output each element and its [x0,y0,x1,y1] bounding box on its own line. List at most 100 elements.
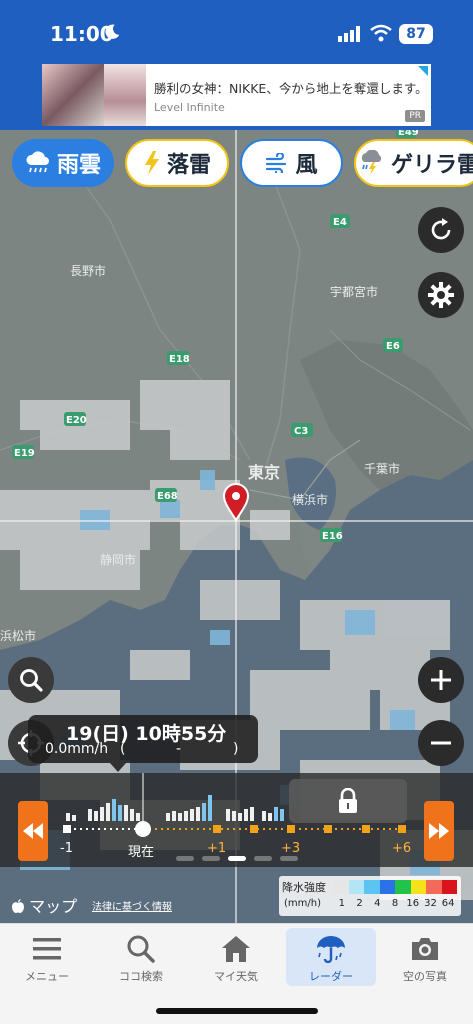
search-icon [20,669,43,692]
battery-indicator: 87 [399,24,433,44]
page-dot-active[interactable] [228,856,246,861]
menu-icon [33,938,61,960]
tab-rain-cloud-label: 雨雲 [56,153,101,178]
ad-source: Level Infinite [154,101,225,114]
map-label-utsunomiya: 宇都宮市 [330,284,378,299]
layer-tabs: 雨雲 落雷 風 ゲリラ雷 [12,139,473,187]
page-indicator [176,856,298,862]
legend-value: 1 [338,898,346,909]
timeline-panel: -1 現在 +1 +3 +6 [0,773,473,867]
page-dot[interactable] [254,856,272,861]
zoom-in-button[interactable] [418,657,464,703]
nav-label-radar: レーダー [309,970,353,983]
legal-link[interactable]: 法律に基づく情報 [92,898,172,913]
time-bubble-open-paren: ( [120,741,126,757]
home-icon [222,936,250,962]
nav-item-sky-photos[interactable]: 空の写真 [380,928,470,986]
page-dot[interactable] [280,856,298,861]
map-label-yokohama: 横浜市 [292,492,328,507]
settings-button[interactable] [418,272,464,318]
lock-button[interactable] [289,779,407,823]
legend-value: 32 [424,898,437,909]
tab-lightning[interactable]: 落雷 [125,139,229,187]
gear-icon [428,282,454,308]
road-badge-e18: E18 [169,354,190,365]
ad-info-icon[interactable] [418,66,428,76]
ad-pr-badge: PR [405,110,425,122]
timeline-label-plus6: +6 [392,841,412,856]
road-badge-e19: E19 [14,448,35,459]
camera-icon [412,938,438,960]
maps-logo-text: マップ [29,897,78,916]
legend-swatch [426,880,442,894]
legend-swatches [333,880,457,894]
legend-swatch [364,880,380,894]
time-bubble-middle: - [176,741,182,757]
wind-icon [266,153,287,173]
legend-value: 64 [441,898,455,909]
precipitation-legend: 降水強度 (mm/h) 1 2 4 8 16 32 64 [279,876,461,916]
plus-icon [431,670,451,690]
legend-value: 2 [356,898,363,909]
legend-value: 4 [374,898,381,909]
nav-item-search[interactable]: ココ検索 [96,928,186,986]
map-label-hamamatsu: 浜松市 [0,628,36,643]
ad-title: 勝利の女神：NIKKE、今から地上を奪還します。 [154,81,428,96]
legend-values: 1 2 4 8 16 32 64 [333,898,457,909]
road-badge-e6: E6 [386,341,400,352]
cellular-signal-icon [338,26,360,42]
legend-swatch [410,880,426,894]
apple-logo-icon [12,899,24,913]
road-badge-e49: E49 [398,130,419,138]
minus-icon [431,741,451,745]
tab-rain-cloud[interactable]: 雨雲 [12,139,114,187]
ad-image-secondary [104,64,146,126]
legend-title: 降水強度 [282,881,326,894]
home-indicator [156,1008,318,1014]
road-badge-e20: E20 [66,415,87,426]
legend-unit: (mm/h) [284,898,321,909]
search-icon [127,935,155,963]
nav-label-menu: メニュー [25,970,69,983]
ad-image [42,64,104,126]
nav-label-sky-photos: 空の写真 [403,970,447,983]
rain-cloud-icon [26,151,49,173]
timeline-label-plus3: +3 [281,841,301,856]
road-badge-e16: E16 [322,531,343,542]
storm-cloud-icon [361,150,382,175]
map-label-chiba: 千葉市 [364,461,400,476]
wifi-icon [370,24,392,42]
map-label-tokyo: 東京 [248,463,280,482]
legend-swatch [441,880,457,894]
legend-swatch [348,880,364,894]
legend-swatch [379,880,395,894]
umbrella-icon [317,936,345,964]
nav-item-menu[interactable]: メニュー [2,928,92,986]
ad-banner[interactable]: 勝利の女神：NIKKE、今から地上を奪還します。 Level Infinite … [42,64,431,126]
refresh-button[interactable] [418,207,464,253]
timeline-label-plus1: +1 [207,841,227,856]
tab-guerrilla-thunder[interactable]: ゲリラ雷 [354,139,473,187]
page-dot[interactable] [176,856,194,861]
nav-item-my-weather[interactable]: マイ天気 [191,928,281,986]
lock-icon [339,788,357,813]
time-bubble-pointer [110,763,126,772]
nav-item-radar[interactable]: レーダー [286,928,376,986]
time-bubble-close-paren: ) [233,741,239,757]
maps-logo: マップ [12,893,77,917]
zoom-out-button[interactable] [418,720,464,766]
map-label-nagano: 長野市 [70,263,106,278]
timeline-label-minus1: -1 [60,841,73,856]
tab-wind-label: 風 [295,153,318,178]
page-dot[interactable] [202,856,220,861]
search-location-button[interactable] [8,657,54,703]
rainfall-histogram [66,803,272,821]
legend-swatch [395,880,411,894]
map-label-shizuoka: 静岡市 [100,552,136,567]
nav-label-search: ココ検索 [119,970,163,983]
legend-value: 16 [406,898,420,909]
timeline-label-now: 現在 [128,845,155,860]
tab-wind[interactable]: 風 [240,139,343,187]
refresh-icon [431,218,451,240]
tab-lightning-label: 落雷 [166,153,211,178]
